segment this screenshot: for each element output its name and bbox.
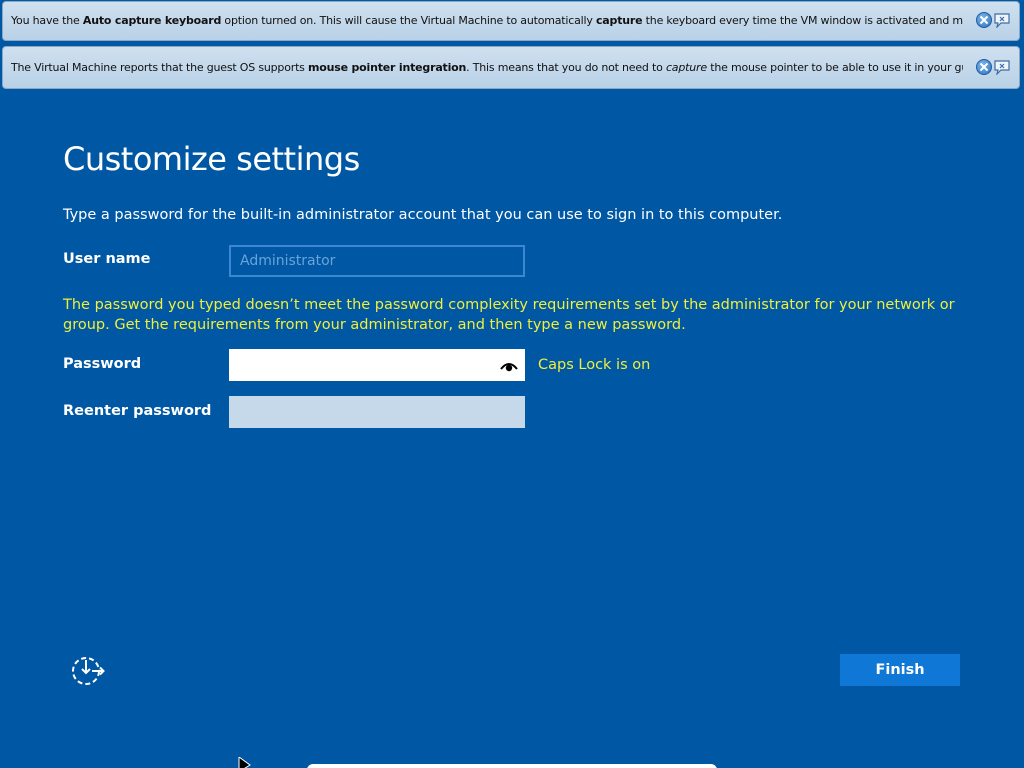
- reveal-password-eye-icon[interactable]: [499, 358, 519, 372]
- reenter-password-label: Reenter password: [63, 403, 212, 419]
- ease-of-access-icon[interactable]: [70, 655, 106, 687]
- password-field[interactable]: [229, 349, 525, 381]
- password-label: Password: [63, 356, 142, 372]
- keyboard-capture-notification: You have the Auto capture keyboard optio…: [2, 1, 1020, 41]
- notification-text: You have the Auto capture keyboard optio…: [11, 14, 963, 27]
- caps-lock-warning: Caps Lock is on: [538, 357, 651, 373]
- mouse-integration-notification: The Virtual Machine reports that the gue…: [2, 46, 1020, 89]
- close-icon[interactable]: [976, 59, 992, 75]
- help-bubble-icon[interactable]: [993, 12, 1011, 28]
- mouse-cursor-icon: [238, 755, 252, 768]
- instructions-text: Type a password for the built-in adminis…: [63, 207, 783, 223]
- bottom-panel: [307, 764, 717, 768]
- finish-button[interactable]: Finish: [840, 654, 960, 686]
- help-bubble-icon[interactable]: [993, 59, 1011, 75]
- page-title: Customize settings: [63, 140, 360, 178]
- vm-screen: You have the Auto capture keyboard optio…: [0, 0, 1024, 768]
- notification-text: The Virtual Machine reports that the gue…: [11, 61, 963, 74]
- user-name-field[interactable]: [229, 245, 525, 277]
- close-icon[interactable]: [976, 12, 992, 28]
- password-error-message: The password you typed doesn’t meet the …: [63, 297, 955, 333]
- user-name-label: User name: [63, 251, 151, 267]
- reenter-password-field[interactable]: [229, 396, 525, 428]
